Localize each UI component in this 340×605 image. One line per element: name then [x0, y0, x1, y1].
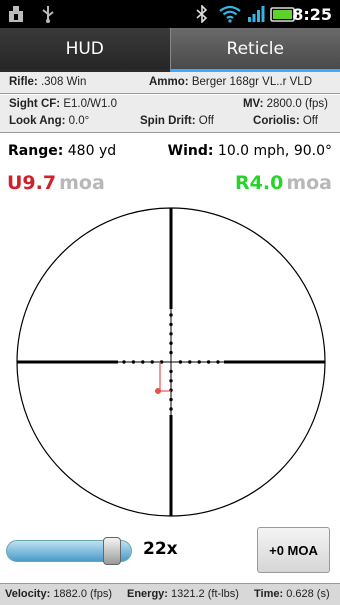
tab-bar: HUD Reticle [0, 28, 340, 72]
moa-adjust-button[interactable]: +0 MOA [257, 527, 330, 573]
windage-unit: moa [286, 172, 332, 194]
rifle-info: Rifle: .308 Win [9, 76, 86, 88]
mil-dot-horizontal [206, 360, 211, 364]
spin-drift-label: Spin Drift: [140, 115, 196, 127]
ballistics-footer: Velocity: 1882.0 (fps) Energy: 1321.2 (f… [0, 583, 340, 605]
wind-value: 10.0 mph, 90.0° [217, 143, 332, 159]
reticle-view[interactable] [16, 207, 326, 517]
mil-dot-horizontal [131, 360, 136, 364]
spin-drift-info: Spin Drift: Off [140, 115, 214, 127]
windage-correction: R4.0 moa [235, 172, 332, 194]
mil-dot-vertical [169, 407, 173, 411]
mil-dot-vertical [169, 350, 173, 355]
energy-label: Energy: [127, 588, 168, 600]
wind-label: Wind: [167, 143, 214, 159]
time-info: Time: 0.628 (s) [254, 588, 330, 600]
zoom-slider[interactable] [6, 537, 138, 565]
sight-label: Sight CF: [9, 98, 61, 110]
mv-label: MV: [242, 98, 264, 110]
clock: 8:25 [292, 5, 332, 24]
zoom-slider-thumb[interactable] [103, 537, 122, 565]
time-value: 0.628 (s) [286, 588, 330, 600]
mil-dot-horizontal [141, 360, 145, 364]
windage-value: R4.0 [235, 172, 284, 194]
mil-dot-horizontal [188, 360, 192, 364]
zoom-level: 22x [143, 539, 178, 559]
mil-dot-horizontal [178, 360, 183, 364]
rifle-ammo-row: Rifle: .308 Win Ammo: Berger 168gr VL..r… [0, 72, 340, 94]
elevation-unit: moa [59, 172, 105, 194]
settings-row: Sight CF: E1.0/W1.0 MV: 2800.0 (fps) Loo… [0, 95, 340, 133]
coriolis-info: Coriolis: Off [253, 115, 318, 127]
mil-dot-horizontal [122, 360, 126, 364]
ammo-label: Ammo: [149, 76, 189, 88]
look-angle-info: Look Ang: 0.0° [9, 115, 89, 127]
range-wind-line: Range: 480 yd Wind: 10.0 mph, 90.0° [8, 143, 332, 159]
mil-dot-vertical [169, 397, 173, 402]
wind-info: Wind: 10.0 mph, 90.0° [168, 143, 332, 159]
download-icon [9, 6, 23, 22]
energy-info: Energy: 1321.2 (ft-lbs) [127, 588, 239, 600]
sight-info: Sight CF: E1.0/W1.0 [9, 98, 117, 110]
mil-dot-vertical [169, 341, 173, 345]
signal-icon [248, 6, 265, 22]
mil-dot-horizontal [197, 360, 201, 364]
mil-dot-vertical [169, 313, 173, 317]
mil-dot-vertical [169, 369, 173, 374]
coriolis-value: Off [302, 115, 318, 127]
usb-icon [42, 6, 54, 23]
mil-dot-horizontal [216, 360, 220, 364]
rifle-value: .308 Win [40, 76, 87, 88]
mv-value: 2800.0 (fps) [266, 98, 328, 110]
time-label: Time: [254, 588, 284, 600]
tab-hud[interactable]: HUD [0, 28, 170, 72]
elevation-value: U9.7 [7, 172, 57, 194]
look-angle-value: 0.0° [68, 115, 90, 127]
elevation-correction: U9.7 moa [7, 172, 105, 194]
mil-dot-vertical [169, 332, 173, 336]
sight-value: E1.0/W1.0 [63, 98, 118, 110]
mil-dot-vertical [169, 322, 173, 327]
ammo-value: Berger 168gr VL..r VLD [191, 76, 312, 88]
energy-value: 1321.2 (ft-lbs) [171, 588, 239, 600]
velocity-label: Velocity: [5, 588, 51, 600]
impact-point [155, 388, 161, 394]
range-info: Range: 480 yd [8, 143, 116, 159]
velocity-info: Velocity: 1882.0 (fps) [5, 588, 112, 600]
rifle-label: Rifle: [9, 76, 38, 88]
status-bar: 8:25 [0, 0, 340, 28]
tab-reticle[interactable]: Reticle [169, 28, 340, 72]
velocity-value: 1882.0 (fps) [53, 588, 113, 600]
look-angle-label: Look Ang: [9, 115, 66, 127]
coriolis-label: Coriolis: [253, 115, 300, 127]
mil-dot-horizontal [150, 360, 154, 364]
mil-dot-vertical [169, 379, 173, 383]
range-label: Range: [8, 143, 64, 159]
wifi-icon [219, 5, 241, 23]
mv-info: MV: 2800.0 (fps) [243, 98, 328, 110]
range-value: 480 yd [67, 143, 117, 159]
bluetooth-icon [196, 5, 208, 23]
spin-drift-value: Off [198, 115, 214, 127]
ammo-info: Ammo: Berger 168gr VL..r VLD [149, 76, 312, 88]
